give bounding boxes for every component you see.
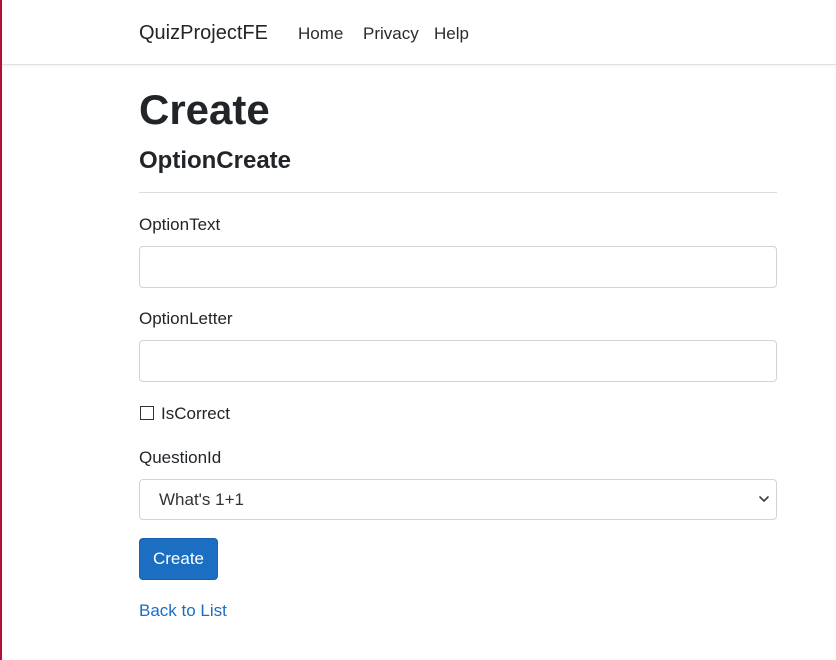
back-to-list-link[interactable]: Back to List (139, 600, 227, 622)
option-text-input[interactable] (139, 246, 777, 288)
window-left-edge (0, 0, 2, 660)
nav-link-help[interactable]: Help (434, 22, 469, 46)
question-id-select[interactable]: What's 1+1 (139, 479, 777, 520)
brand-link[interactable]: QuizProjectFE (139, 20, 268, 46)
create-button[interactable]: Create (139, 538, 218, 580)
top-navbar: QuizProjectFE Home Privacy Help (0, 0, 836, 65)
question-id-label: QuestionId (139, 448, 222, 467)
is-correct-checkbox[interactable] (140, 406, 154, 420)
divider (139, 192, 777, 193)
option-letter-label: OptionLetter (139, 309, 233, 328)
page-subtitle: OptionCreate (139, 147, 292, 174)
nav-link-privacy[interactable]: Privacy (363, 22, 419, 46)
option-text-label: OptionText (139, 215, 221, 234)
is-correct-label: IsCorrect (161, 404, 230, 423)
question-id-selected-value: What's 1+1 (159, 490, 244, 509)
page-title: Create (139, 86, 270, 133)
option-letter-input[interactable] (139, 340, 777, 382)
nav-link-home[interactable]: Home (298, 22, 343, 46)
chevron-down-icon (759, 496, 769, 502)
